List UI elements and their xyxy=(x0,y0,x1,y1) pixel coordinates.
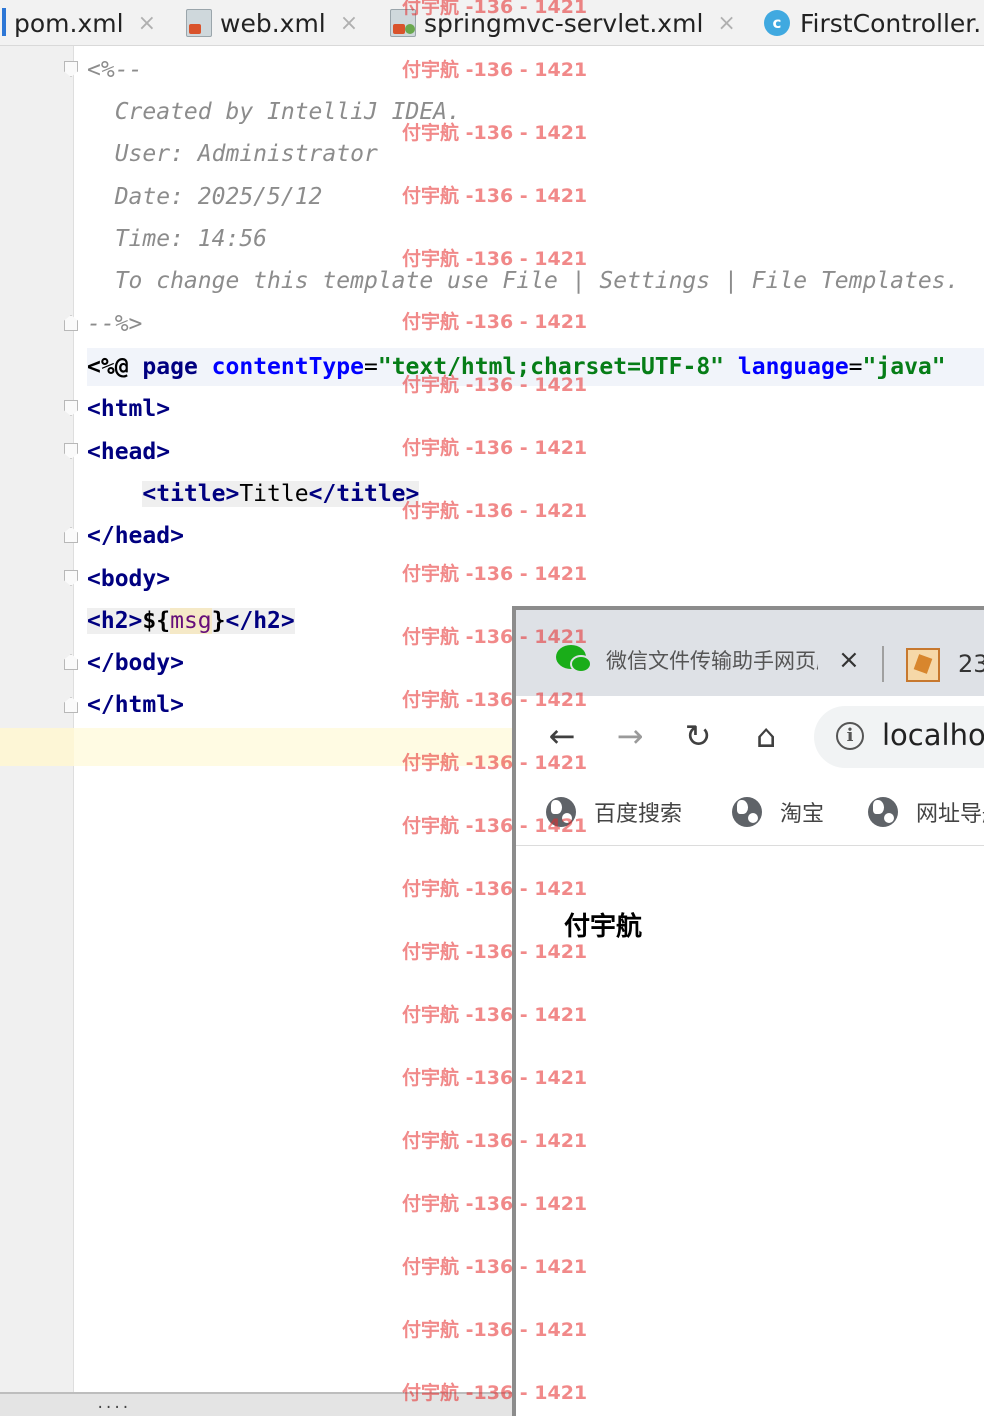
tab-label: springmvc-servlet.xml xyxy=(424,8,704,38)
bookmark-baidu[interactable]: 百度搜索 xyxy=(546,796,682,828)
tag-h2-open: <h2> xyxy=(87,608,143,634)
home-icon[interactable]: ⌂ xyxy=(746,716,786,756)
tag-body-close: </body> xyxy=(87,650,184,676)
tab-label: web.xml xyxy=(220,8,326,38)
back-arrow-icon[interactable]: ← xyxy=(542,716,582,756)
tab-separator xyxy=(882,646,884,682)
tomcat-icon[interactable] xyxy=(906,648,940,682)
code-line-comment[interactable]: Date: 2025/5/12 xyxy=(87,178,323,216)
el-open: ${ xyxy=(142,608,171,634)
tab-springmvc-servlet-xml[interactable]: springmvc-servlet.xml × xyxy=(390,0,736,45)
reload-icon[interactable]: ↻ xyxy=(678,716,718,756)
wechat-icon xyxy=(556,645,592,675)
el-close: } xyxy=(211,608,226,634)
tab-label: FirstController. xyxy=(800,8,982,38)
code-line-comment[interactable]: To change this template use File | Setti… xyxy=(87,262,960,300)
browser-tab-title: 微信文件传输助手网页版 xyxy=(606,649,818,673)
tab-pom-xml[interactable]: pom.xml × xyxy=(2,0,156,45)
browser-tab-strip: 微信文件传输助手网页版 × 23 xyxy=(516,610,984,696)
close-icon[interactable]: × xyxy=(138,11,156,36)
page-heading: 付宇航 xyxy=(564,912,643,942)
code-line-comment-open[interactable]: <%-- xyxy=(87,51,142,89)
code-line-h2[interactable]: <h2>${msg}</h2> xyxy=(87,602,295,640)
jsp-directive-open: <%@ xyxy=(87,354,129,380)
tag-title-close: </title> xyxy=(308,481,420,507)
attr-language: language xyxy=(737,354,849,380)
browser-tab-title[interactable]: 23 xyxy=(958,650,984,678)
equals-sign: = xyxy=(848,354,863,380)
attr-value: "java" xyxy=(862,354,946,380)
bookmark-label: 网址导航 xyxy=(916,802,984,827)
attr-content-type: contentType xyxy=(211,354,364,380)
code-line-title[interactable]: <title>Title</title> xyxy=(87,475,420,513)
maven-file-icon xyxy=(2,8,12,36)
el-variable: msg xyxy=(170,608,212,634)
tag-head-open: <head> xyxy=(87,439,171,465)
tag-html-close: </html> xyxy=(87,692,184,718)
current-line-gutter xyxy=(0,728,74,766)
close-icon[interactable]: × xyxy=(717,11,735,36)
info-icon[interactable]: i xyxy=(836,722,864,750)
attr-value: "text/html;charset=UTF-8" xyxy=(377,354,725,380)
tab-firstcontroller[interactable]: c FirstController. xyxy=(764,0,982,45)
globe-icon xyxy=(868,797,898,827)
bookmark-hao123[interactable]: 网址导航 xyxy=(868,796,984,828)
browser-tab-wechat[interactable]: 微信文件传输助手网页版 × xyxy=(516,624,884,696)
equals-sign: = xyxy=(363,354,378,380)
code-line-comment[interactable]: User: Administrator xyxy=(87,135,378,173)
code-line-head-close[interactable]: </head> xyxy=(87,517,184,555)
status-text: .... xyxy=(96,1396,130,1412)
close-icon[interactable]: × xyxy=(340,11,358,36)
bookmark-taobao[interactable]: 淘宝 xyxy=(732,796,824,828)
globe-icon xyxy=(732,797,762,827)
tag-html-open: <html> xyxy=(87,396,171,422)
code-line-html-open[interactable]: <html> xyxy=(87,390,170,428)
close-icon[interactable]: × xyxy=(838,645,860,675)
code-line-head-open[interactable]: <head> xyxy=(87,433,170,471)
forward-arrow-icon[interactable]: → xyxy=(610,716,650,756)
url-text[interactable]: localhost xyxy=(882,718,984,752)
code-line-page-directive[interactable]: <%@ page contentType="text/html;charset=… xyxy=(87,348,984,386)
tab-label: pom.xml xyxy=(14,8,124,38)
bookmarks-bar: 百度搜索 淘宝 网址导航 xyxy=(516,782,984,846)
editor-gutter xyxy=(0,46,74,1392)
code-line-html-close[interactable]: </html> xyxy=(87,686,184,724)
code-line-body-close[interactable]: </body> xyxy=(87,644,184,682)
tab-web-xml[interactable]: web.xml × xyxy=(186,0,358,45)
globe-icon xyxy=(546,797,576,827)
code-line-comment[interactable]: Created by IntelliJ IDEA. xyxy=(87,93,461,131)
code-line-body-open[interactable]: <body> xyxy=(87,560,170,598)
bookmark-label: 百度搜索 xyxy=(594,802,683,827)
tag-body-open: <body> xyxy=(87,566,171,592)
bookmark-label: 淘宝 xyxy=(780,802,825,827)
code-line-comment-close[interactable]: --%> xyxy=(87,305,142,343)
browser-toolbar: ← → ↻ ⌂ i localhost xyxy=(516,696,984,782)
tag-h2-close: </h2> xyxy=(225,608,295,634)
browser-window[interactable]: 微信文件传输助手网页版 × 23 ← → ↻ ⌂ i localhost 百度搜… xyxy=(512,606,984,1416)
tag-title-open: <title> xyxy=(142,481,240,507)
code-line-comment[interactable]: Time: 14:56 xyxy=(87,220,267,258)
java-class-icon: c xyxy=(764,10,790,36)
xml-file-icon xyxy=(186,9,212,37)
directive-name: page xyxy=(142,354,198,380)
address-bar[interactable]: i localhost xyxy=(814,706,984,768)
page-content: 付宇航 xyxy=(516,846,984,1416)
title-text: Title xyxy=(239,481,309,507)
tag-head-close: </head> xyxy=(87,523,184,549)
spring-xml-file-icon xyxy=(390,9,416,37)
editor-tab-bar: pom.xml × web.xml × springmvc-servlet.xm… xyxy=(0,0,984,46)
